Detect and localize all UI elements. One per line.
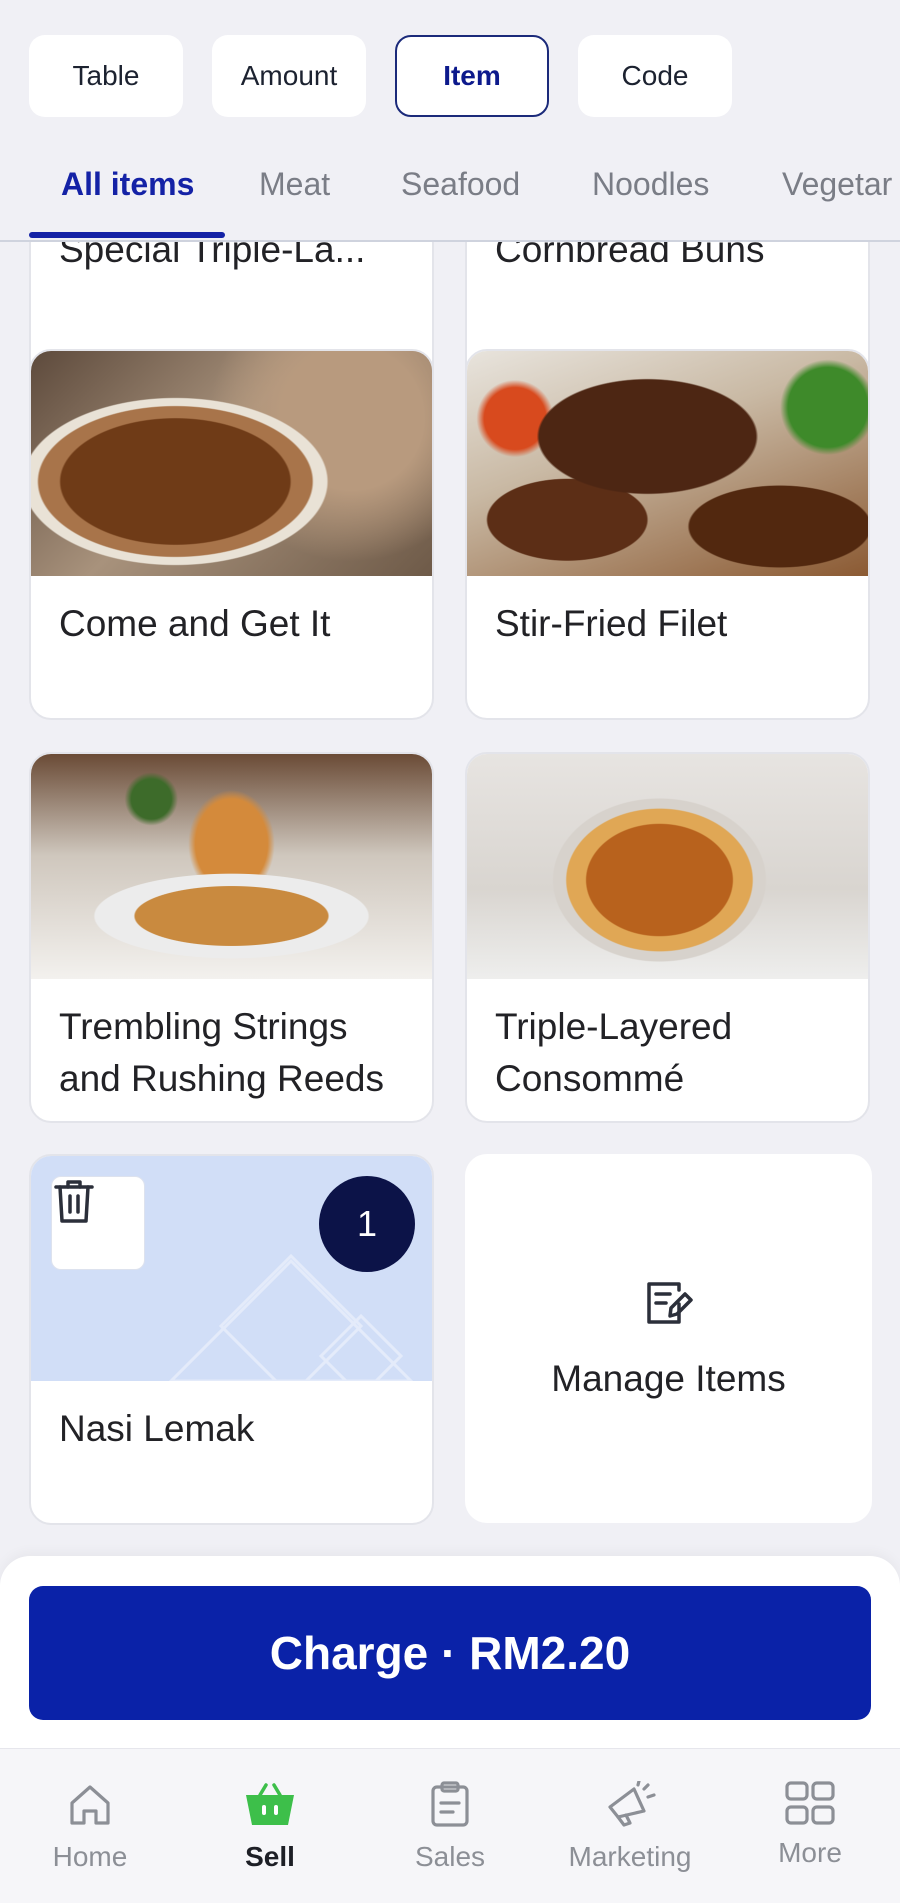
items-grid: Special Triple-La... Cornbread Buns Come… [0, 242, 900, 1562]
item-photo-placeholder: 1 [31, 1156, 432, 1381]
home-icon [70, 1785, 110, 1825]
manage-items-button[interactable]: Manage Items [465, 1154, 872, 1523]
item-name: Cornbread Buns [495, 242, 765, 270]
remove-item-button[interactable] [51, 1176, 145, 1270]
item-photo [31, 754, 432, 979]
nav-home-label: Home [52, 1841, 128, 1872]
tab-meat[interactable]: Meat [259, 166, 330, 203]
item-photo [467, 754, 868, 979]
tab-vegetarian[interactable]: Vegetar [782, 166, 892, 203]
tab-all-items[interactable]: All items [61, 166, 194, 203]
mode-amount-button[interactable]: Amount [212, 35, 366, 117]
active-tab-indicator [29, 232, 225, 238]
item-photo [31, 351, 432, 576]
nav-sales[interactable]: Sales [360, 1749, 540, 1903]
nav-sell[interactable]: Sell [180, 1749, 360, 1903]
item-photo [467, 351, 868, 576]
nav-more-label: More [778, 1837, 842, 1868]
item-card-trembling-strings[interactable]: Trembling Strings and Rushing Reeds [29, 752, 434, 1123]
basket-icon [246, 1783, 294, 1825]
nav-sell-label: Sell [245, 1841, 295, 1872]
manage-items-label: Manage Items [551, 1357, 786, 1399]
mode-code-button[interactable]: Code [578, 35, 732, 117]
nav-marketing-label: Marketing [568, 1841, 692, 1872]
nav-sales-label: Sales [414, 1841, 486, 1872]
charge-button[interactable]: Charge · RM2.20 [29, 1586, 871, 1720]
trash-icon [54, 1180, 94, 1223]
tab-noodles[interactable]: Noodles [592, 166, 709, 203]
grid-icon [785, 1781, 835, 1825]
item-name: Triple-Layered Consommé [495, 1006, 733, 1099]
mode-table-button[interactable]: Table [29, 35, 183, 117]
item-card-stir-fried-filet[interactable]: Stir-Fried Filet [465, 349, 870, 720]
bottom-navigation: Home Sell Sales Marketing More [0, 1748, 900, 1903]
edit-note-icon [646, 1281, 693, 1324]
tab-seafood[interactable]: Seafood [401, 166, 520, 203]
item-name: Come and Get It [59, 603, 331, 644]
mode-selector: Table Amount Item Code [29, 35, 732, 117]
megaphone-icon [608, 1781, 656, 1827]
item-name: Trembling Strings and Rushing Reeds [59, 1006, 384, 1099]
quantity-badge: 1 [319, 1176, 415, 1272]
charge-panel: Charge · RM2.20 [0, 1556, 900, 1748]
nav-home[interactable]: Home [0, 1749, 180, 1903]
item-card-nasi-lemak[interactable]: 1 Nasi Lemak [29, 1154, 434, 1525]
clipboard-icon [431, 1781, 469, 1827]
nav-marketing[interactable]: Marketing [540, 1749, 720, 1903]
category-tabs: All items Meat Seafood Noodles Vegetar [0, 150, 900, 242]
item-card-triple-layered-consomme[interactable]: Triple-Layered Consommé [465, 752, 870, 1123]
item-name: Nasi Lemak [59, 1408, 255, 1449]
mode-item-button[interactable]: Item [395, 35, 549, 117]
nav-more[interactable]: More [720, 1749, 900, 1903]
item-name: Stir-Fried Filet [495, 603, 728, 644]
item-card-come-and-get-it[interactable]: Come and Get It [29, 349, 434, 720]
item-name: Special Triple-La... [59, 242, 366, 270]
